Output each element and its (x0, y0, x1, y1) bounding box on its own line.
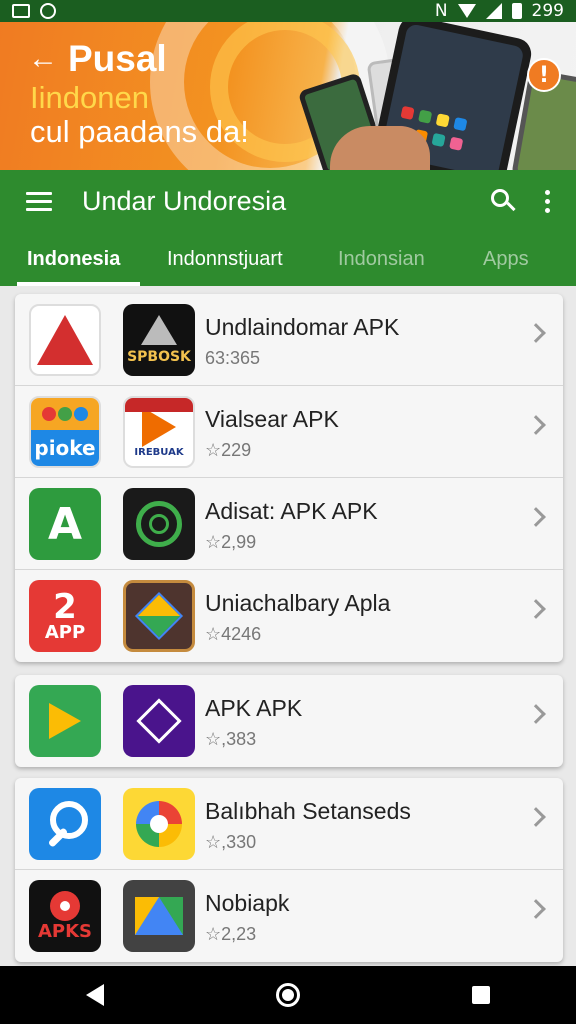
list-item[interactable]: APK APK ☆,383 (15, 675, 563, 767)
status-bar: N 299 (0, 0, 576, 22)
nfc-indicator: N (434, 1, 448, 21)
chevron-right-icon (526, 507, 546, 527)
app-name: Vialsear APK (205, 406, 339, 432)
app-rating: ☆,383 (205, 729, 257, 749)
app-list-card: APK APK ☆,383 (15, 675, 563, 767)
list-item[interactable]: 2 APP Uniachalbary Apla ☆4246 (15, 570, 563, 662)
app-name: Balıbhah Setanseds (205, 798, 411, 824)
play-store-icon: IREBUAK (123, 396, 195, 468)
screenshot-icon (12, 4, 30, 18)
system-nav-bar (0, 966, 576, 1024)
list-item[interactable]: SPBOSK Undlaindomar APK 63:365 (15, 294, 563, 386)
tab-apps[interactable]: Apps (483, 232, 529, 286)
apks-icon: APKS (29, 880, 101, 952)
more-options-icon[interactable] (545, 189, 550, 213)
app-list-card: SPBOSK Undlaindomar APK 63:365 pioke IRE… (15, 294, 563, 662)
tab-indonsian[interactable]: Indonsian (338, 232, 425, 286)
search-icon[interactable] (491, 189, 516, 213)
app-name: Adisat: APK APK (205, 498, 378, 524)
app-rating: ☆229 (205, 440, 252, 460)
app-rating: 63:365 (205, 348, 261, 368)
app-name: Nobiapk (205, 890, 290, 916)
banner-title: ← Pusal (28, 38, 167, 80)
app-rating: ☆2,23 (205, 924, 257, 944)
red-a-icon (29, 304, 101, 376)
app-bar: Undar Undoresia (0, 170, 576, 232)
banner-line-3: cul paadans da! (30, 114, 249, 149)
alert-badge[interactable]: ! (527, 58, 561, 92)
back-arrow-icon[interactable]: ← (28, 42, 58, 76)
chevron-right-icon (526, 899, 546, 919)
promo-banner[interactable]: ← Pusal Iindonen cul paadans da! ! (0, 22, 576, 170)
chevron-right-icon (526, 415, 546, 435)
chevron-right-icon (526, 323, 546, 343)
sync-icon (40, 3, 56, 19)
home-icon[interactable] (276, 983, 300, 1007)
recents-icon[interactable] (472, 986, 490, 1004)
banner-title-text: Pusal (68, 38, 167, 79)
spbosk-icon: SPBOSK (123, 304, 195, 376)
list-item[interactable]: pioke IREBUAK Vialsear APK ☆229 (15, 386, 563, 478)
app-bar-title: Undar Undoresia (82, 185, 287, 216)
app-list-card: Balıbhah Setanseds ☆,330 APKS Nobiapk ☆2… (15, 778, 563, 962)
chevron-right-icon (526, 704, 546, 724)
app-name: Undlaindomar APK (205, 314, 400, 340)
app-name: Uniachalbary Apla (205, 590, 391, 616)
tab-indonnstjuart[interactable]: Indonnstjuart (167, 232, 283, 286)
app-rating: ☆2,99 (205, 532, 257, 552)
tab-bar: Indonesia Indonnstjuart Indonsian Apps (0, 232, 576, 286)
pioke-icon: pioke (29, 396, 101, 468)
drive-diamond-icon (123, 580, 195, 652)
app-rating: ☆4246 (205, 624, 262, 644)
chevron-right-icon (526, 807, 546, 827)
app-2-icon: 2 APP (29, 580, 101, 652)
gray-drive-icon (123, 880, 195, 952)
banner-line-2: Iindonen (30, 80, 149, 115)
green-a-icon: A (29, 488, 101, 560)
green-play-icon (29, 685, 101, 757)
battery-text: 299 (531, 1, 564, 21)
list-item[interactable]: A Adisat: APK APK ☆2,99 (15, 478, 563, 570)
menu-icon[interactable] (26, 191, 52, 211)
battery-icon (511, 3, 522, 19)
signal-icon (485, 3, 502, 19)
wifi-icon (457, 4, 476, 18)
yellow-pie-icon (123, 788, 195, 860)
purple-cube-icon (123, 685, 195, 757)
tab-indonesia[interactable]: Indonesia (16, 232, 141, 286)
app-rating: ☆,330 (205, 832, 257, 852)
list-item[interactable]: Balıbhah Setanseds ☆,330 (15, 778, 563, 870)
chevron-right-icon (526, 599, 546, 619)
back-icon[interactable] (86, 984, 104, 1006)
list-item[interactable]: APKS Nobiapk ☆2,23 (15, 870, 563, 962)
app-name: APK APK (205, 695, 303, 721)
swirl-icon (123, 488, 195, 560)
blue-search-icon (29, 788, 101, 860)
